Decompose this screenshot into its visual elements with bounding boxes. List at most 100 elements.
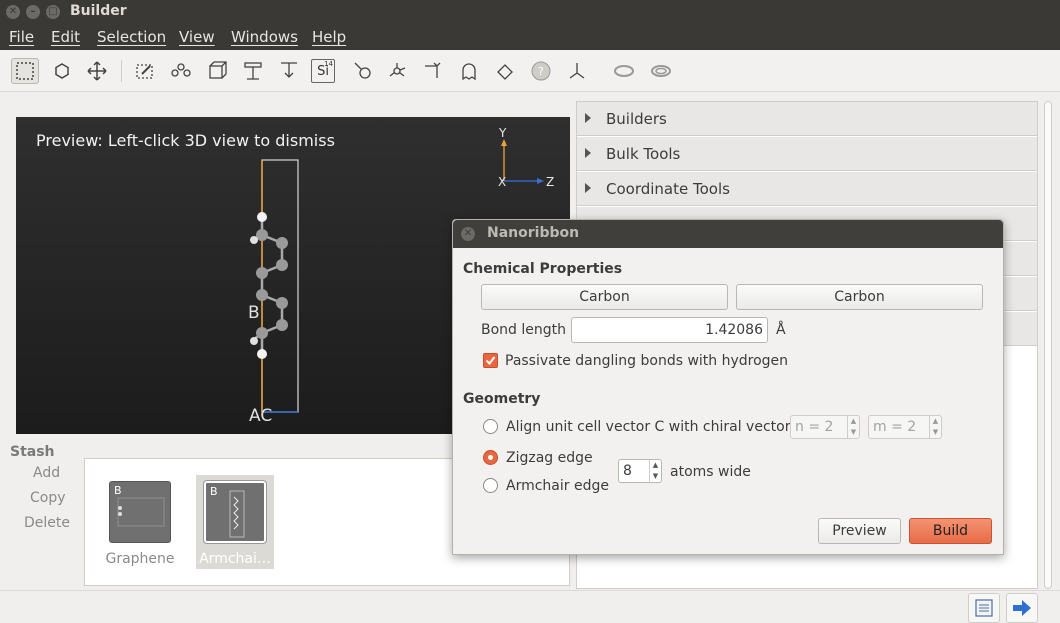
- cell-label-b: B: [248, 303, 260, 323]
- select-atom-icon[interactable]: [48, 58, 76, 84]
- atoms-wide-value: 8: [623, 463, 632, 479]
- section-label: Coordinate Tools: [606, 180, 730, 198]
- axis-z-label: Z: [546, 175, 554, 189]
- stash-item-name: Graphene: [105, 551, 175, 567]
- align-chiral-label: Align unit cell vector C with chiral vec…: [506, 419, 791, 435]
- menu-edit[interactable]: Edit: [51, 28, 80, 46]
- bond-length-input[interactable]: 1.42086: [571, 317, 768, 343]
- dialog-close-icon[interactable]: ✕: [461, 227, 475, 241]
- m-spinbox[interactable]: m = 2 ▲ ▼: [868, 415, 942, 439]
- split-icon[interactable]: [239, 58, 267, 84]
- menu-bar: File Edit Selection View Windows Help: [0, 24, 1060, 50]
- rubber-band-icon[interactable]: [131, 58, 159, 84]
- spin-arrows-icon[interactable]: ▲ ▼: [649, 460, 661, 482]
- atoms-wide-label: atoms wide: [670, 464, 751, 480]
- section-builders[interactable]: Builders: [577, 102, 1037, 136]
- section-coordinate-tools[interactable]: Coordinate Tools: [577, 172, 1037, 206]
- element2-button[interactable]: Carbon: [736, 284, 983, 310]
- stash-badge: B: [114, 484, 122, 497]
- bond-length-label: Bond length: [481, 322, 567, 338]
- unit-cell-icon[interactable]: [203, 58, 231, 84]
- armchair-edge-radio[interactable]: [483, 478, 498, 493]
- rotate-icon[interactable]: [491, 58, 519, 84]
- stash-thumbnail: B: [109, 481, 171, 543]
- m-value: m = 2: [873, 419, 917, 435]
- toolbar: Si 14 ?: [0, 50, 1060, 92]
- armchair-edge-label: Armchair edge: [506, 478, 609, 494]
- dialog-title: Nanoribbon: [487, 225, 580, 241]
- preview-label: Preview: Left-click 3D view to dismiss: [36, 131, 335, 150]
- unit-cell-outline: [261, 159, 299, 413]
- status-bar: [0, 590, 1060, 623]
- title-bar: ✕ – □ Builder: [0, 0, 1060, 24]
- send-to-icon[interactable]: [1006, 593, 1038, 623]
- zigzag-edge-label: Zigzag edge: [506, 450, 593, 466]
- chemical-properties-heading: Chemical Properties: [463, 261, 623, 277]
- axis-y-arrow: [501, 139, 507, 146]
- menu-windows[interactable]: Windows: [231, 28, 298, 46]
- stash-item-armchair[interactable]: B Armchai…: [196, 475, 274, 569]
- move-icon[interactable]: [83, 58, 111, 84]
- spin-arrows-icon[interactable]: ▲ ▼: [847, 416, 859, 438]
- stash-item-name: Armchai…: [199, 551, 271, 567]
- scrollbar-track[interactable]: [1044, 101, 1052, 589]
- geometry-heading: Geometry: [463, 391, 541, 407]
- minimize-window-icon[interactable]: –: [26, 5, 40, 19]
- section-label: Bulk Tools: [606, 145, 681, 163]
- help-icon[interactable]: ?: [527, 58, 555, 84]
- close-window-icon[interactable]: ✕: [6, 5, 20, 19]
- menu-file[interactable]: File: [9, 28, 34, 46]
- menu-view[interactable]: View: [179, 28, 215, 46]
- axis-x-label: X: [498, 175, 506, 189]
- n-value: n = 2: [795, 419, 834, 435]
- stash-copy-button[interactable]: Copy: [30, 490, 66, 506]
- hydrogen-icon[interactable]: [349, 58, 377, 84]
- spin-arrows-icon[interactable]: ▲ ▼: [929, 416, 941, 438]
- zigzag-edge-radio[interactable]: [483, 450, 498, 465]
- axes-icon[interactable]: [563, 58, 591, 84]
- merge-icon[interactable]: [275, 58, 303, 84]
- stash-badge: B: [210, 485, 218, 498]
- bond-icon[interactable]: [167, 58, 195, 84]
- stash-item-graphene[interactable]: B Graphene: [101, 475, 179, 569]
- maximize-window-icon[interactable]: □: [46, 5, 60, 19]
- cell-label-ac: AC: [249, 406, 272, 426]
- molecule-icon[interactable]: [383, 58, 411, 84]
- stash-delete-button[interactable]: Delete: [24, 515, 70, 531]
- ring-icon[interactable]: [610, 58, 638, 84]
- menu-help[interactable]: Help: [312, 28, 346, 46]
- bond-length-unit: Å: [776, 322, 786, 338]
- element-number: 14: [324, 60, 333, 68]
- menu-selection[interactable]: Selection: [97, 28, 166, 46]
- section-bulk-tools[interactable]: Bulk Tools: [577, 137, 1037, 171]
- expand-arrow-icon: [585, 183, 591, 193]
- axis-y-label: Y: [498, 126, 507, 140]
- build-button[interactable]: Build: [909, 518, 992, 544]
- stash-add-button[interactable]: Add: [33, 465, 60, 481]
- expand-arrow-icon: [585, 148, 591, 158]
- select-rectangle-icon[interactable]: [11, 58, 39, 84]
- svg-text:?: ?: [538, 65, 544, 78]
- stash-thumbnail: B: [203, 480, 267, 544]
- transform-icon[interactable]: [419, 58, 447, 84]
- window-title: Builder: [70, 3, 127, 19]
- log-window-icon[interactable]: [968, 593, 1000, 623]
- dialog-title-bar: ✕ Nanoribbon: [453, 220, 1003, 248]
- axis-z-arrow: [537, 178, 544, 184]
- stash-title: Stash: [10, 444, 55, 460]
- section-label: Builders: [606, 110, 667, 128]
- expand-arrow-icon: [585, 113, 591, 123]
- align-chiral-radio[interactable]: [483, 419, 498, 434]
- toolbar-separator: [121, 60, 122, 82]
- element1-button[interactable]: Carbon: [481, 284, 728, 310]
- passivate-checkbox[interactable]: [483, 353, 498, 368]
- nanoribbon-dialog: ✕ Nanoribbon Chemical Properties Carbon …: [452, 219, 1004, 555]
- passivate-label: Passivate dangling bonds with hydrogen: [505, 353, 789, 369]
- loop-icon[interactable]: [647, 58, 675, 84]
- element-icon[interactable]: Si 14: [311, 59, 335, 83]
- atoms-wide-spinbox[interactable]: 8 ▲ ▼: [618, 459, 662, 483]
- preview-button[interactable]: Preview: [818, 518, 901, 544]
- ghost-icon[interactable]: [455, 58, 483, 84]
- panel-scrollbar[interactable]: [1040, 101, 1052, 589]
- n-spinbox[interactable]: n = 2 ▲ ▼: [790, 415, 860, 439]
